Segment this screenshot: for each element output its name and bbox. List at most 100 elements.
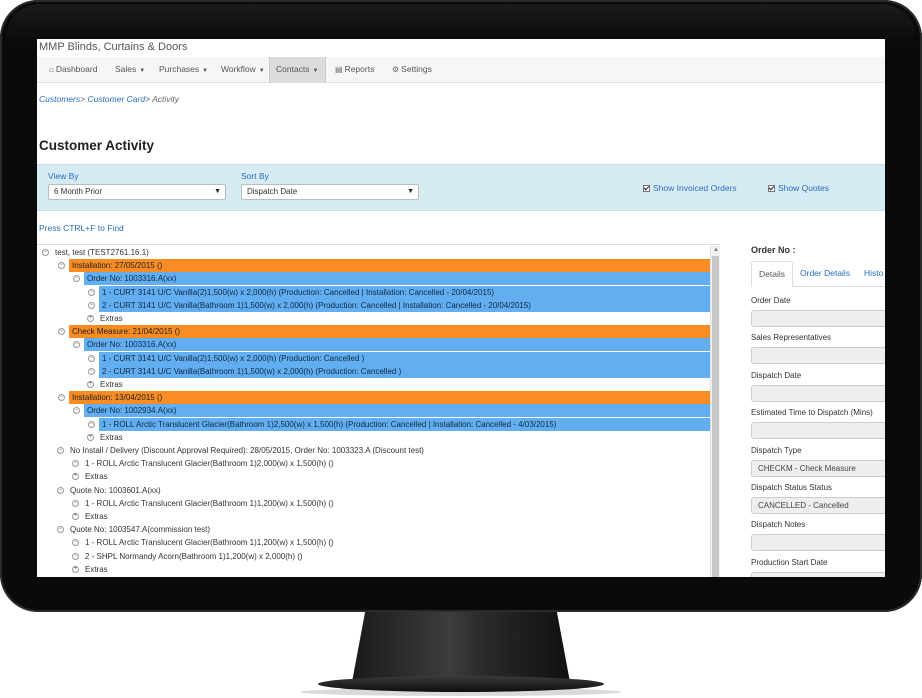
nav-dashboard[interactable]: ⌂ Dashboard [43, 57, 103, 83]
find-hint: Press CTRL+F to Find [39, 223, 124, 233]
collapse-icon[interactable]: − [73, 341, 80, 349]
expand-icon[interactable]: + [72, 513, 79, 520]
tree-row[interactable]: − Installation: 13/04/2015 () [58, 391, 710, 405]
collapse-icon[interactable]: − [58, 262, 65, 270]
collapse-icon[interactable]: − [42, 249, 49, 256]
tree-row-text: 1 - ROLL Arctic Translucent Glacier(Bath… [85, 498, 334, 508]
tree-extras-row[interactable]: + Extras [37, 470, 710, 483]
view-by-select[interactable]: 6 Month Prior ▼ [48, 184, 226, 200]
scroll-up-icon[interactable]: ▲ [713, 247, 719, 253]
collapse-icon[interactable]: − [73, 407, 80, 415]
collapse-icon[interactable]: − [88, 288, 95, 296]
collapse-icon[interactable]: − [72, 460, 79, 468]
expand-icon[interactable]: + [72, 565, 79, 573]
tree-row[interactable]: −1 - ROLL Arctic Translucent Glacier(Bat… [37, 457, 710, 470]
tree-row[interactable]: −1 - ROLL Arctic Translucent Glacier(Bat… [88, 417, 710, 431]
tree-extras-row[interactable]: + Extras [37, 431, 710, 444]
collapse-icon[interactable]: − [57, 486, 64, 494]
tree-scrollbar[interactable]: ▲ [710, 246, 720, 577]
field-input[interactable] [751, 422, 885, 440]
field-input[interactable] [751, 310, 885, 327]
tree-row-text: 1 - CURT 3141 U/C Vanilla(2)1,500(w) x 2… [102, 353, 365, 363]
tab-details[interactable]: Details [751, 261, 793, 287]
tree-row[interactable]: −2 - CURT 3141 U/C Vanilla(Bathroom 1)1,… [88, 364, 710, 378]
nav-purchases[interactable]: Purchases ▼ [153, 57, 214, 83]
expand-icon[interactable]: + [87, 433, 94, 441]
collapse-icon[interactable]: − [73, 275, 80, 283]
field-label: Dispatch Type [751, 445, 802, 455]
tree-row[interactable]: − No Install / Delivery (Discount Approva… [37, 444, 710, 457]
tree-row[interactable]: −2 - SHPL Normandy Acorn(Bathroom 1)1,20… [37, 550, 710, 563]
show-invoiced-toggle[interactable]: Show Invoiced Orders [643, 183, 737, 193]
tree-row-text: 2 - CURT 3141 U/C Vanilla(Bathroom 1)1,5… [102, 366, 402, 376]
sort-by-value: Dispatch Date [247, 187, 298, 196]
collapse-icon[interactable]: − [88, 420, 95, 428]
tree-extras-row[interactable]: + Extras [37, 510, 710, 523]
tree-row[interactable]: − test, test (TEST2761.16.1) [37, 246, 710, 259]
tree-row[interactable]: − Quote No: 1003547.A(commission test) [37, 523, 710, 536]
field-input[interactable] [751, 384, 885, 402]
nav-reports[interactable]: ▤ Reports [329, 57, 380, 83]
tree-row-text: 1 - ROLL Arctic Translucent Glacier(Bath… [85, 459, 334, 469]
tab-order-details[interactable]: Order Details [793, 261, 857, 287]
breadcrumb-customers[interactable]: Customers [39, 94, 80, 104]
scrollbar-thumb[interactable] [712, 256, 719, 577]
field-label: Order Date [751, 296, 791, 305]
sort-by-select[interactable]: Dispatch Date ▼ [241, 184, 419, 200]
nav-sales-label: Sales [115, 64, 137, 74]
collapse-icon[interactable]: − [88, 301, 95, 309]
view-by-label: View By [48, 171, 79, 181]
nav-settings[interactable]: ⚙ Settings [386, 57, 438, 83]
tree-extras-row[interactable]: + Extras [37, 312, 710, 325]
tree-row[interactable]: − Order No: 1002934.A(xx) [73, 404, 710, 418]
collapse-icon[interactable]: − [72, 539, 79, 547]
select-arrow-icon: ▼ [214, 188, 221, 195]
collapse-icon[interactable]: − [58, 328, 65, 336]
tree-row[interactable]: −2 - CURT 3141 U/C Vanilla(Bathroom 1)1,… [88, 298, 710, 312]
field-input[interactable] [751, 534, 885, 552]
tab-history[interactable]: Histo [857, 261, 885, 287]
collapse-icon[interactable]: − [88, 367, 95, 375]
expand-icon[interactable]: + [72, 473, 79, 481]
tree-row[interactable]: −1 - CURT 3141 U/C Vanilla(2)1,500(w) x … [88, 285, 710, 299]
field-input[interactable]: CHECKM - Check Measure [751, 459, 885, 477]
tree-row[interactable]: − Check Measure: 21/04/2015 () [58, 325, 710, 339]
nav-purchases-label: Purchases [159, 64, 200, 74]
show-invoiced-checkbox[interactable] [643, 185, 650, 192]
field-label: Dispatch Notes [751, 520, 806, 530]
tree-row[interactable]: − Order No: 1003316.A(xx) [73, 272, 710, 286]
tree-row-text: 1 - CURT 3141 U/C Vanilla(2)1,500(w) x 2… [102, 287, 495, 297]
tree-row-text: Extras [100, 380, 123, 389]
expand-icon[interactable]: + [87, 315, 94, 322]
nav-sales[interactable]: Sales ▼ [109, 57, 151, 83]
tree-extras-row[interactable]: + Extras [37, 378, 710, 391]
tree-row[interactable]: − Quote No: 1003601.A(xx) [37, 484, 710, 497]
show-quotes-checkbox[interactable] [768, 185, 775, 192]
nav-workflow-label: Workflow [221, 64, 256, 74]
show-quotes-label: Show Quotes [778, 183, 830, 193]
collapse-icon[interactable]: − [72, 552, 79, 560]
collapse-icon[interactable]: − [58, 394, 65, 402]
collapse-icon[interactable]: − [57, 526, 64, 534]
nav-contacts[interactable]: Contacts ▼ [269, 57, 326, 83]
activity-tree: − test, test (TEST2761.16.1) − Installation… [37, 244, 720, 577]
tree-extras-row[interactable]: + Extras [37, 563, 710, 576]
field-input[interactable] [751, 571, 885, 577]
field-input[interactable] [751, 347, 885, 365]
collapse-icon[interactable]: − [57, 447, 64, 454]
show-quotes-toggle[interactable]: Show Quotes [768, 183, 829, 193]
nav-workflow[interactable]: Workflow ▼ [215, 57, 271, 83]
tree-row[interactable]: − Order No: 1003316.A(xx) [73, 338, 710, 352]
tree-row[interactable]: − Installation: 27/05/2015 () [58, 259, 710, 273]
expand-icon[interactable]: + [87, 381, 94, 388]
collapse-icon[interactable]: − [72, 499, 79, 507]
tree-row[interactable]: −1 - ROLL Arctic Translucent Glacier(Bat… [37, 497, 710, 510]
collapse-icon[interactable]: − [88, 354, 95, 362]
tree-row[interactable]: −1 - CURT 3141 U/C Vanilla(2)1,500(w) x … [88, 351, 710, 365]
detail-tabs: Details Order Details Histo [751, 261, 885, 287]
gear-icon: ⚙ [392, 65, 400, 74]
tree-row-text: Check Measure: 21/04/2015 () [72, 327, 181, 337]
tree-row[interactable]: −1 - ROLL Arctic Translucent Glacier(Bat… [37, 536, 710, 549]
breadcrumb-customer-card[interactable]: Customer Card [87, 94, 145, 104]
field-input[interactable]: CANCELLED - Cancelled [751, 497, 885, 514]
